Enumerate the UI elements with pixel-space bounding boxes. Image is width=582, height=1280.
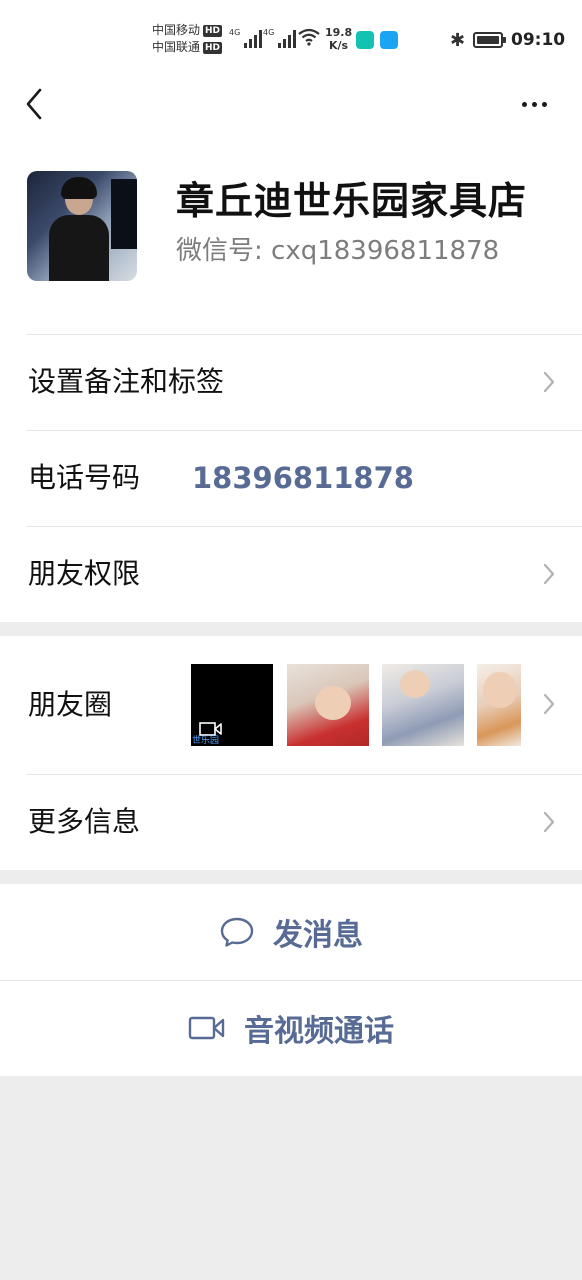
phone-number-link[interactable]: 18396811878 (192, 430, 414, 526)
video-camera-icon (188, 1016, 225, 1040)
send-message-label: 发消息 (273, 918, 363, 953)
avatar[interactable] (27, 171, 137, 281)
hd-badge: HD (203, 41, 223, 54)
signal-icon: 4G (263, 28, 297, 48)
clock: 09:10 (511, 30, 566, 50)
network-type: 4G (263, 28, 275, 37)
carrier-info: 中国移动 HD 中国联通 HD (152, 22, 223, 56)
phone-label: 电话号码 (28, 461, 141, 494)
contact-name: 章丘迪世乐园家具店 (176, 179, 528, 223)
chevron-right-icon (543, 693, 555, 715)
nav-bar (0, 70, 582, 140)
status-bar: 中国移动 HD 中国联通 HD 4G 4G 19.8 K/s ✱ 09:10 (0, 0, 582, 70)
carrier-1: 中国移动 (152, 23, 201, 37)
video-call-button[interactable]: 音视频通话 (0, 980, 582, 1076)
moments-thumbnail-photo (477, 664, 521, 746)
friend-permissions-row[interactable]: 朋友权限 (0, 526, 582, 622)
send-message-button[interactable]: 发消息 (0, 884, 582, 980)
remark-tags-row[interactable]: 设置备注和标签 (0, 334, 582, 430)
chevron-right-icon (543, 811, 555, 833)
hd-badge: HD (203, 24, 223, 37)
network-speed: 19.8 K/s (325, 26, 352, 52)
wifi-icon (298, 28, 320, 46)
more-options-icon[interactable] (514, 86, 554, 122)
search-app-icon (380, 31, 398, 49)
remark-tags-label: 设置备注和标签 (28, 365, 225, 398)
network-type: 4G (229, 28, 241, 37)
video-watermark: 世乐园 (192, 736, 220, 746)
chevron-right-icon (543, 371, 555, 393)
friend-permissions-label: 朋友权限 (28, 557, 141, 590)
more-info-row[interactable]: 更多信息 (0, 774, 582, 870)
chat-bubble-icon (220, 917, 254, 947)
wechat-id: 微信号: cxq18396811878 (176, 236, 500, 266)
more-info-label: 更多信息 (28, 805, 141, 838)
moments-label: 朋友圈 (28, 688, 113, 721)
moments-thumbnail-photo (382, 664, 464, 746)
speed-unit: K/s (329, 39, 349, 52)
moments-row[interactable]: 朋友圈 世乐园 (0, 636, 582, 774)
carrier-2: 中国联通 (152, 40, 201, 54)
moments-thumbnail-photo (287, 664, 369, 746)
phone-row: 电话号码 18396811878 (0, 430, 582, 526)
speed-value: 19.8 (325, 26, 353, 39)
back-icon[interactable] (22, 86, 52, 122)
chevron-right-icon (543, 563, 555, 585)
moments-thumbnail-video: 世乐园 (191, 664, 273, 746)
battery-icon (473, 32, 506, 48)
signal-icon: 4G (229, 28, 263, 48)
bluetooth-icon: ✱ (450, 30, 466, 51)
section-divider (0, 622, 582, 636)
video-call-label: 音视频通话 (244, 1014, 394, 1049)
section-divider (0, 870, 582, 884)
app-notification-icon (356, 31, 374, 49)
profile-header: 章丘迪世乐园家具店 微信号: cxq18396811878 (0, 140, 582, 334)
